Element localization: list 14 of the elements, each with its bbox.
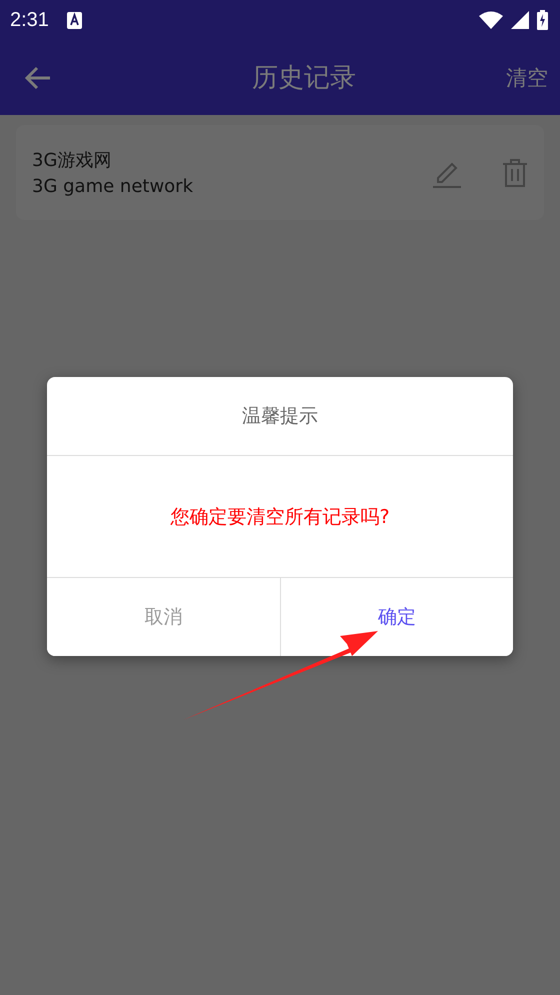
dialog-title: 温馨提示 — [47, 377, 513, 456]
back-arrow-icon[interactable] — [24, 66, 52, 90]
confirm-button[interactable]: 确定 — [280, 578, 513, 656]
battery-charging-icon — [537, 10, 548, 30]
history-title: 3G游戏网 — [32, 149, 112, 172]
cancel-button[interactable]: 取消 — [47, 578, 280, 656]
history-subtitle: 3G game network — [32, 176, 194, 197]
page-title: 历史记录 — [251, 62, 357, 95]
keyboard-notification-icon — [66, 12, 82, 28]
delete-icon[interactable] — [502, 158, 528, 188]
status-time: 2:31 — [10, 8, 49, 32]
clear-action[interactable]: 清空 — [506, 64, 548, 92]
wifi-icon — [479, 11, 503, 29]
signal-icon — [511, 11, 529, 29]
